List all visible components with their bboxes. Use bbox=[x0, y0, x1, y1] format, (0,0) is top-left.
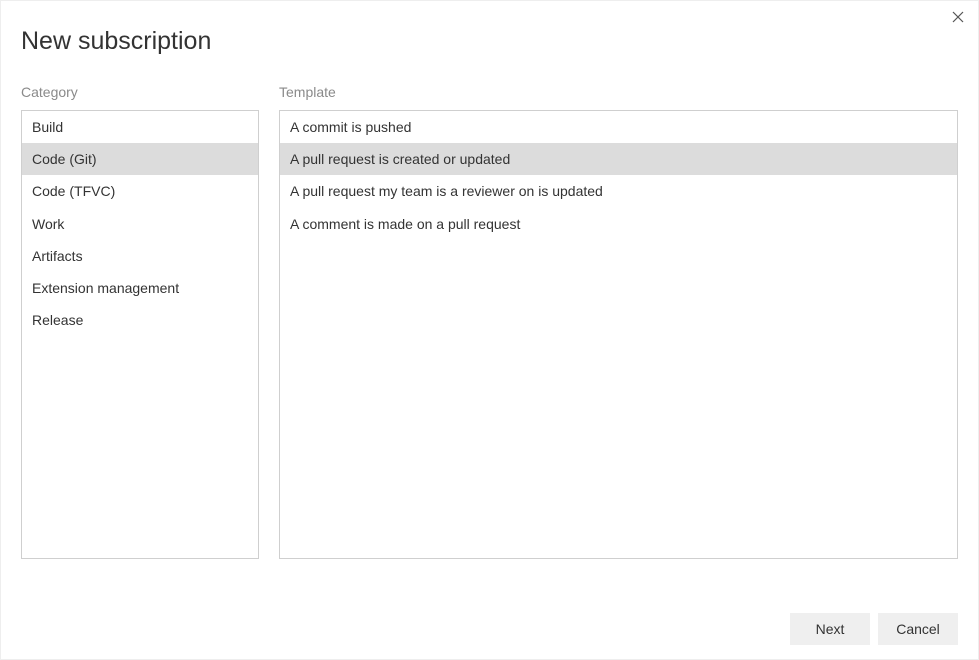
template-item[interactable]: A pull request my team is a reviewer on … bbox=[280, 175, 957, 207]
category-label: Category bbox=[21, 84, 259, 100]
category-item[interactable]: Build bbox=[22, 111, 258, 143]
next-button[interactable]: Next bbox=[790, 613, 870, 645]
category-item[interactable]: Artifacts bbox=[22, 240, 258, 272]
dialog-title: New subscription bbox=[21, 27, 958, 56]
category-column: Category BuildCode (Git)Code (TFVC)WorkA… bbox=[21, 84, 259, 559]
new-subscription-dialog: New subscription Category BuildCode (Git… bbox=[0, 0, 979, 660]
category-item[interactable]: Work bbox=[22, 208, 258, 240]
columns-container: Category BuildCode (Git)Code (TFVC)WorkA… bbox=[21, 84, 958, 559]
cancel-button[interactable]: Cancel bbox=[878, 613, 958, 645]
template-column: Template A commit is pushedA pull reques… bbox=[279, 84, 958, 559]
close-icon bbox=[952, 11, 964, 23]
close-button[interactable] bbox=[948, 7, 968, 27]
category-item[interactable]: Code (Git) bbox=[22, 143, 258, 175]
category-item[interactable]: Release bbox=[22, 304, 258, 336]
template-listbox[interactable]: A commit is pushedA pull request is crea… bbox=[279, 110, 958, 559]
template-item[interactable]: A pull request is created or updated bbox=[280, 143, 957, 175]
template-item[interactable]: A comment is made on a pull request bbox=[280, 208, 957, 240]
button-row: Next Cancel bbox=[790, 613, 958, 645]
template-item[interactable]: A commit is pushed bbox=[280, 111, 957, 143]
category-listbox[interactable]: BuildCode (Git)Code (TFVC)WorkArtifactsE… bbox=[21, 110, 259, 559]
template-label: Template bbox=[279, 84, 958, 100]
category-item[interactable]: Extension management bbox=[22, 272, 258, 304]
category-item[interactable]: Code (TFVC) bbox=[22, 175, 258, 207]
